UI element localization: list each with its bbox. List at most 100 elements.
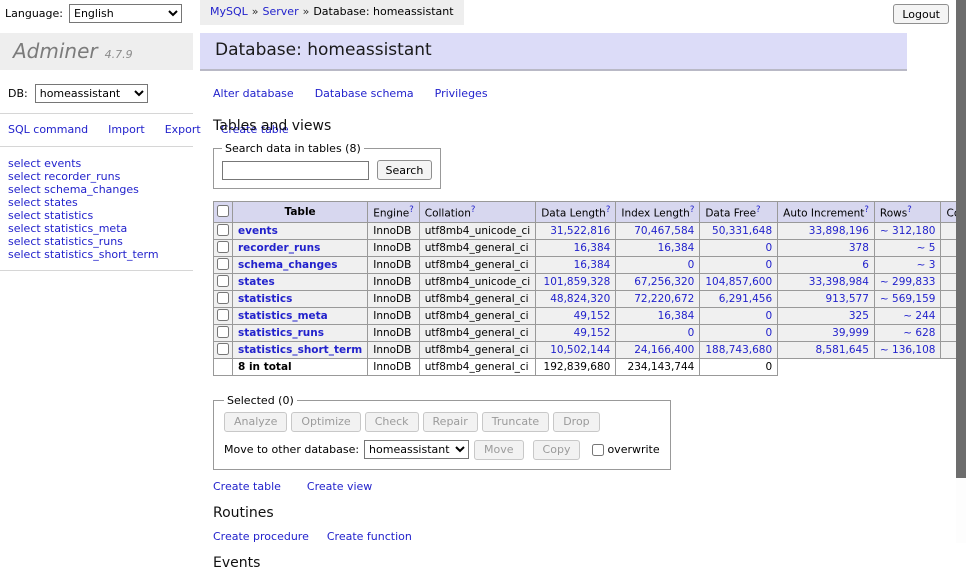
- app-version: 4.7.9: [105, 48, 133, 61]
- cell-data_free: 104,857,600: [700, 273, 778, 290]
- row-checkbox[interactable]: [217, 224, 229, 236]
- table-row: statisticsInnoDButf8mb4_general_ci48,824…: [214, 290, 966, 307]
- row-checkbox[interactable]: [217, 275, 229, 287]
- cell-rows: ~ 569,159: [874, 290, 941, 307]
- page-title: Database: homeassistant: [200, 33, 907, 71]
- column-header-collation: Collation?: [419, 202, 535, 223]
- table-name-link[interactable]: events: [238, 225, 278, 237]
- cell-rows: ~ 5: [874, 239, 941, 256]
- cell-auto_increment: 325: [778, 307, 875, 324]
- select-table-link[interactable]: select statistics_meta: [8, 222, 193, 235]
- cell-collation: utf8mb4_general_ci: [419, 256, 535, 273]
- breadcrumb-link-server[interactable]: Server: [263, 5, 299, 18]
- create-link[interactable]: Create table: [213, 480, 281, 493]
- cell-engine: InnoDB: [368, 324, 420, 341]
- selected-legend: Selected (0): [224, 394, 297, 407]
- cell-rows: ~ 628: [874, 324, 941, 341]
- select-table-link[interactable]: select recorder_runs: [8, 170, 193, 183]
- cell-index_length: 234,143,744: [616, 358, 700, 375]
- row-checkbox[interactable]: [217, 309, 229, 321]
- selected-action-button: Optimize: [291, 412, 360, 432]
- database-action-link[interactable]: Alter database: [213, 87, 294, 100]
- select-table-link[interactable]: select statistics: [8, 209, 193, 222]
- cell-data_free: 0: [700, 239, 778, 256]
- db-select[interactable]: homeassistant: [35, 84, 148, 103]
- row-checkbox[interactable]: [217, 258, 229, 270]
- help-link[interactable]: ?: [756, 205, 761, 215]
- table-name-link[interactable]: statistics_runs: [238, 327, 324, 339]
- row-checkbox[interactable]: [217, 326, 229, 338]
- routine-create-link[interactable]: Create procedure: [213, 530, 309, 543]
- select-table-link[interactable]: select states: [8, 196, 193, 209]
- sidebar-divider: [0, 270, 193, 271]
- search-fieldset: Search data in tables (8) Search: [213, 142, 441, 189]
- help-link[interactable]: ?: [864, 205, 869, 215]
- breadcrumb-link-mysql[interactable]: MySQL: [210, 5, 248, 18]
- routine-links: Create procedure Create function: [213, 530, 907, 543]
- selected-fieldset: Selected (0) AnalyzeOptimizeCheckRepairT…: [213, 394, 671, 470]
- database-action-link[interactable]: Database schema: [315, 87, 414, 100]
- selected-action-button: Analyze: [224, 412, 287, 432]
- help-link[interactable]: ?: [606, 205, 611, 215]
- help-link[interactable]: ?: [471, 205, 476, 215]
- total-label: 8 in total: [233, 358, 368, 375]
- cell-index_length: 24,166,400: [616, 341, 700, 358]
- table-name-link[interactable]: statistics: [238, 293, 292, 305]
- cell-check: [214, 358, 233, 375]
- scrollbar-thumb[interactable]: [956, 0, 966, 478]
- cell-data_length: 31,522,816: [536, 222, 616, 239]
- cell-checkbox: [214, 290, 233, 307]
- cell-data_free: 0: [700, 256, 778, 273]
- cell-collation: utf8mb4_general_ci: [419, 358, 535, 375]
- row-checkbox[interactable]: [217, 343, 229, 355]
- cell-data_length: 16,384: [536, 256, 616, 273]
- create-link[interactable]: Create view: [307, 480, 372, 493]
- sidebar-action-link[interactable]: Export: [165, 123, 201, 136]
- cell-table-name: statistics_meta: [233, 307, 368, 324]
- help-link[interactable]: ?: [409, 205, 414, 215]
- overwrite-checkbox[interactable]: [592, 444, 604, 456]
- cell-engine: InnoDB: [368, 273, 420, 290]
- search-input[interactable]: [222, 161, 369, 180]
- routine-create-link[interactable]: Create function: [327, 530, 412, 543]
- database-action-link[interactable]: Privileges: [435, 87, 488, 100]
- move-button: Move: [474, 440, 524, 460]
- language-label: Language:: [5, 7, 63, 20]
- cell-auto_increment: 33,898,196: [778, 222, 875, 239]
- column-header-label: Auto Increment: [783, 208, 864, 220]
- cell-index_length: 72,220,672: [616, 290, 700, 307]
- cell-table-name: recorder_runs: [233, 239, 368, 256]
- cell-data_length: 192,839,680: [536, 358, 616, 375]
- row-checkbox[interactable]: [217, 292, 229, 304]
- search-button[interactable]: Search: [377, 160, 433, 180]
- table-name-link[interactable]: statistics_short_term: [238, 344, 362, 356]
- select-table-link[interactable]: select schema_changes: [8, 183, 193, 196]
- select-table-link[interactable]: select statistics_runs: [8, 235, 193, 248]
- move-db-select[interactable]: homeassistant: [364, 440, 469, 459]
- table-header-row: TableEngine?Collation?Data Length?Index …: [214, 202, 966, 223]
- language-select[interactable]: English: [69, 4, 182, 23]
- cell-collation: utf8mb4_general_ci: [419, 290, 535, 307]
- vertical-scrollbar[interactable]: [956, 0, 966, 543]
- cell-engine: InnoDB: [368, 358, 420, 375]
- tables-table: TableEngine?Collation?Data Length?Index …: [213, 201, 966, 376]
- select-table-link[interactable]: select events: [8, 157, 193, 170]
- column-header-label: Index Length: [621, 208, 689, 220]
- table-name-link[interactable]: recorder_runs: [238, 242, 320, 254]
- cell-data_length: 101,859,328: [536, 273, 616, 290]
- table-name-link[interactable]: states: [238, 276, 275, 288]
- table-total-row: 8 in totalInnoDButf8mb4_general_ci192,83…: [214, 358, 966, 375]
- app-logo: Adminer 4.7.9: [0, 33, 193, 70]
- help-link[interactable]: ?: [907, 205, 912, 215]
- column-header-label: Table: [285, 206, 316, 218]
- sidebar-action-link[interactable]: SQL command: [8, 123, 88, 136]
- selected-action-buttons: AnalyzeOptimizeCheckRepairTruncateDrop: [224, 412, 660, 432]
- select-all-checkbox[interactable]: [217, 205, 229, 217]
- help-link[interactable]: ?: [690, 205, 695, 215]
- select-table-link[interactable]: select statistics_short_term: [8, 248, 193, 261]
- db-label: DB:: [8, 87, 28, 100]
- sidebar-action-link[interactable]: Import: [108, 123, 145, 136]
- row-checkbox[interactable]: [217, 241, 229, 253]
- table-name-link[interactable]: statistics_meta: [238, 310, 328, 322]
- table-name-link[interactable]: schema_changes: [238, 259, 338, 271]
